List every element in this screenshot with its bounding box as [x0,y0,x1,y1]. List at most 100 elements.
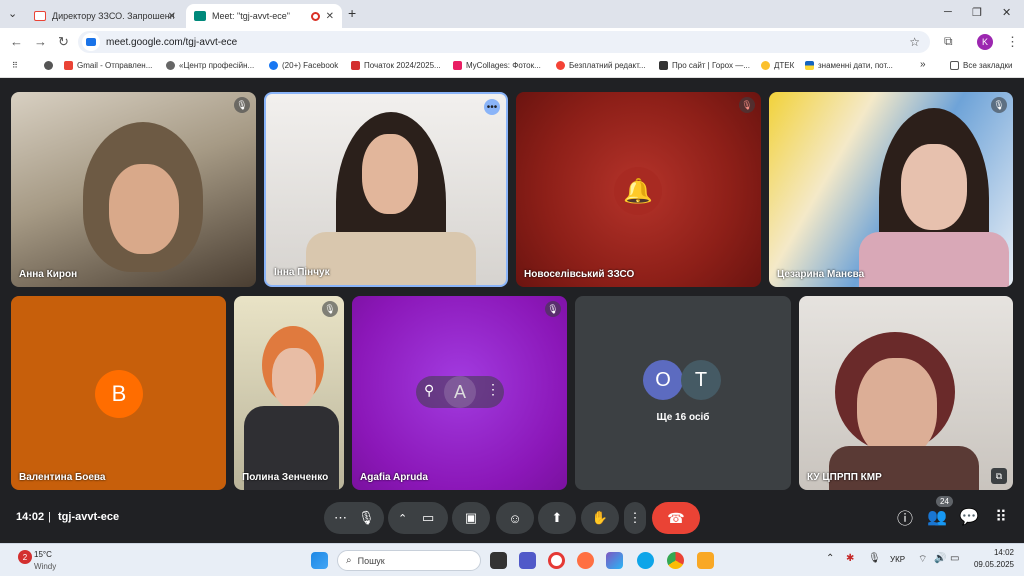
participant-tile[interactable]: В Валентина Боева [11,296,226,490]
bookmark-star-icon[interactable]: ☆ [909,35,920,49]
captions-button[interactable]: ▣ [452,502,490,534]
folder-icon [950,61,959,70]
close-window-icon[interactable]: ✕ [1002,6,1011,19]
new-tab-button[interactable]: + [348,5,356,21]
bookmark-item[interactable]: (20+) Facebook [269,61,338,70]
captions-icon: ▣ [464,510,478,525]
close-icon[interactable]: ✕ [326,11,334,22]
meeting-time: 14:02 [16,511,45,523]
back-icon[interactable]: ← [10,34,23,49]
meeting-info-icon[interactable]: ⓘ [894,506,916,528]
participant-name: Інна Пінчук [274,267,330,278]
forward-icon[interactable]: → [34,34,47,49]
bookmark-item[interactable]: «Центр професійн... [166,61,254,70]
raise-hand-button[interactable]: ✋ [581,502,619,534]
avatar: О [643,360,683,400]
participant-tile[interactable]: ⚲ A ⋮ 🎙 Agafia Apruda [352,296,567,490]
menu-dots-icon[interactable]: ⋮ [1006,34,1019,50]
tab-gmail[interactable]: Директору ЗЗСО. Запрошення ✕ [26,4,184,28]
teams-icon[interactable] [519,552,536,569]
address-bar[interactable]: meet.google.com/tgj-avvt-ece ☆ [78,31,930,53]
present-button[interactable]: ⬆ [538,502,576,534]
others-tile[interactable]: О Т Ще 16 осіб [575,296,791,490]
edge-icon[interactable] [637,552,654,569]
reload-icon[interactable]: ↻ [58,34,69,50]
bookmark-world-icon[interactable] [44,61,57,70]
browser-tab-bar: ⌄ Директору ЗЗСО. Запрошення ✕ Meet: "tg… [0,0,1024,28]
bookmark-item[interactable]: Про сайт | Горох —... [659,61,750,70]
chrome-icon[interactable] [667,552,684,569]
system-clock[interactable]: 14:02 09.05.2025 [966,548,1014,569]
participant-tile[interactable]: ⧉ КУ ЦПРПП КМР [799,296,1013,490]
windows-start-icon[interactable] [311,552,328,569]
emoji-button[interactable]: ☺ [496,502,534,534]
mic-icon[interactable]: 🎙 [358,510,375,526]
present-icon: ⬆ [551,510,563,525]
microphone-tray-icon[interactable]: 🎙 [868,553,881,564]
close-icon[interactable]: ✕ [168,11,176,22]
participant-count-badge: 24 [936,496,953,507]
clock-time: 14:02 [993,548,1014,557]
picture-in-picture-icon[interactable]: ⧉ [991,468,1007,484]
site-info-icon[interactable] [82,33,100,51]
camera-icon[interactable]: ▭ [422,510,434,526]
apps-grid-icon[interactable]: ⠿ [12,61,18,70]
bell-icon: 🔔 [614,167,662,215]
gmail-icon [64,61,73,70]
leave-call-button[interactable]: ☎ [652,502,700,534]
more-options-icon[interactable]: ⋮ [486,381,500,398]
collage-icon [453,61,462,70]
participant-tile[interactable]: 🎙 Цезарина Манєва [769,92,1013,287]
participant-tile[interactable]: 🎙 Полина Зенченко [234,296,344,490]
file-explorer-icon[interactable] [697,552,714,569]
wifi-icon[interactable]: ⌔ [918,553,927,566]
minimize-icon[interactable]: ─ [944,6,952,18]
extensions-icon[interactable]: ⧉ [944,34,953,49]
more-options-icon[interactable]: ••• [484,99,500,115]
people-icon[interactable]: 👥 [926,506,948,528]
more-options-button[interactable]: ⋮ [624,502,646,534]
url-text: meet.google.com/tgj-avvt-ece [106,36,238,48]
more-bookmarks-icon[interactable]: » [920,59,926,70]
all-bookmarks[interactable]: Все закладки [950,61,1012,70]
participant-tile[interactable]: 🔔 🎙 Новоселівський ЗЗСО [516,92,761,287]
bookmark-item[interactable]: знаменні дати, пот... [805,61,893,70]
avatar: Т [681,360,721,400]
restore-icon[interactable]: ❐ [972,6,982,19]
bookmark-item[interactable]: Gmail - Отправлен... [64,61,152,70]
firefox-icon[interactable] [577,552,594,569]
tray-app-icon[interactable]: ✱ [846,553,854,564]
emoji-icon: ☺ [508,510,522,526]
chevron-up-icon[interactable]: ⌃ [826,553,834,564]
taskbar-search[interactable]: ⌕ Пошук [337,550,481,571]
bookmark-item[interactable]: Безплатний редакт... [556,61,646,70]
gorokh-icon [659,61,668,70]
volume-icon[interactable]: 🔊 [934,553,946,564]
pin-icon[interactable]: ⚲ [424,382,434,399]
chat-icon[interactable]: 💬 [958,506,980,528]
participant-name: Анна Кирон [19,269,78,280]
heart-icon [556,61,565,70]
participant-tile[interactable]: 🎙 Анна Кирон [11,92,256,287]
mic-off-icon: 🎙 [322,301,338,317]
activities-icon[interactable]: ⠿ [990,506,1012,528]
rocket-icon [351,61,360,70]
mic-off-icon: 🎙 [545,301,561,317]
opera-icon[interactable] [548,552,565,569]
chevron-up-icon[interactable]: ⌃ [398,512,407,525]
participant-tile-active[interactable]: ••• Інна Пінчук [264,92,508,287]
copilot-icon[interactable] [606,552,623,569]
bookmark-item[interactable]: MyCollages: Фоток... [453,61,541,70]
task-view-icon[interactable] [490,552,507,569]
bookmark-item[interactable]: Початок 2024/2025... [351,61,441,70]
tab-meet[interactable]: Meet: "tgj-avvt-ece" ✕ [186,4,342,28]
weather-temp: 15°C [34,550,52,559]
battery-icon[interactable]: ▭ [950,553,959,564]
language-indicator[interactable]: УКР [890,555,905,564]
bookmark-item[interactable]: ДТЕК [761,61,794,70]
tab-search-icon[interactable]: ⌄ [8,7,17,20]
mic-options-icon[interactable]: ⋯ [334,510,347,526]
weather-desc: Windy [34,562,57,571]
profile-avatar[interactable]: K [977,34,993,50]
search-icon: ⌕ [346,555,352,566]
